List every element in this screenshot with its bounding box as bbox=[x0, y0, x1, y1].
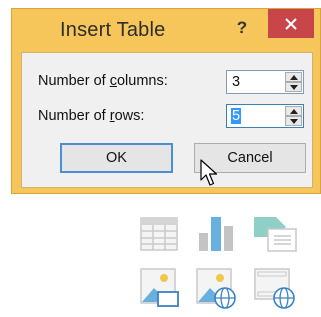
rows-label: Number of rows: bbox=[38, 108, 145, 124]
rows-decrement-button[interactable] bbox=[285, 116, 302, 126]
close-icon bbox=[285, 18, 297, 30]
columns-label: Number of columns: bbox=[38, 73, 168, 89]
table-icon[interactable] bbox=[140, 217, 178, 251]
chevron-down-icon bbox=[290, 85, 298, 90]
dialog-title: Insert Table bbox=[60, 19, 166, 41]
insert-table-dialog: Insert Table ? Number of columns: 3 Numb bbox=[11, 8, 321, 194]
columns-spinner[interactable]: 3 bbox=[226, 70, 304, 94]
rows-value[interactable]: 5 bbox=[231, 108, 242, 124]
picture-icon[interactable] bbox=[140, 268, 180, 308]
online-picture-icon[interactable] bbox=[196, 268, 238, 310]
rows-spinner[interactable]: 5 bbox=[226, 104, 304, 128]
chevron-up-icon bbox=[290, 75, 298, 80]
dialog-body: Number of columns: 3 Number of rows: 5 O… bbox=[21, 52, 313, 188]
mouse-cursor-icon bbox=[200, 159, 218, 186]
columns-decrement-button[interactable] bbox=[285, 82, 302, 92]
close-button[interactable] bbox=[268, 9, 314, 38]
video-icon[interactable] bbox=[254, 268, 298, 310]
help-button[interactable]: ? bbox=[230, 15, 254, 41]
ok-button[interactable]: OK bbox=[60, 143, 173, 173]
dialog-titlebar[interactable]: Insert Table ? bbox=[12, 9, 320, 52]
rows-increment-button[interactable] bbox=[285, 106, 302, 116]
chart-icon[interactable] bbox=[197, 215, 237, 253]
chevron-down-icon bbox=[290, 119, 298, 124]
chevron-up-icon bbox=[290, 109, 298, 114]
columns-value[interactable]: 3 bbox=[232, 74, 240, 90]
smartart-icon[interactable] bbox=[252, 215, 298, 253]
columns-increment-button[interactable] bbox=[285, 72, 302, 82]
